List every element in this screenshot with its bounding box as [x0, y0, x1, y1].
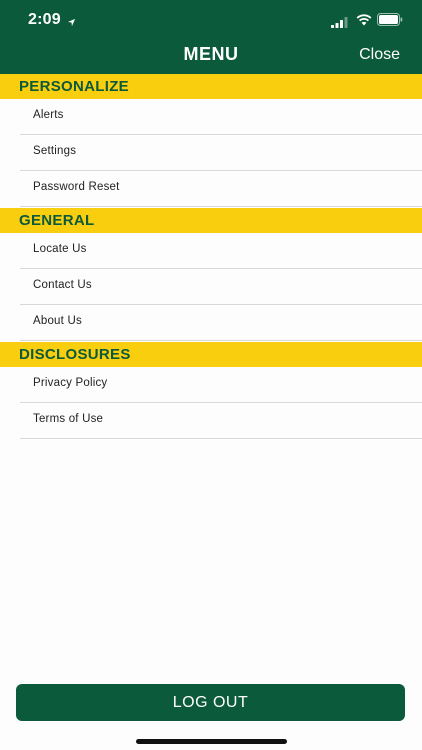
section-header-disclosures: DISCLOSURES [0, 342, 422, 367]
battery-icon [377, 13, 403, 31]
menu-item-locate-us[interactable]: Locate Us [20, 233, 422, 269]
menu-item-terms-of-use[interactable]: Terms of Use [20, 403, 422, 439]
menu-item-label: Alerts [33, 109, 64, 121]
menu-item-label: Terms of Use [33, 413, 104, 425]
section-header-general: GENERAL [0, 208, 422, 233]
section-header-personalize: PERSONALIZE [0, 74, 422, 99]
menu-item-about-us[interactable]: About Us [20, 305, 422, 341]
menu-item-label: Privacy Policy [33, 377, 108, 389]
cellular-signal-icon [331, 15, 349, 33]
menu-item-alerts[interactable]: Alerts [20, 99, 422, 135]
menu-item-password-reset[interactable]: Password Reset [20, 171, 422, 207]
menu-item-label: About Us [33, 315, 82, 327]
logout-button[interactable]: LOG OUT [16, 684, 405, 721]
menu-item-label: Settings [33, 145, 77, 157]
top-bar: 2:09 MENU Close [0, 0, 422, 74]
menu-item-label: Contact Us [33, 279, 92, 291]
menu-item-contact-us[interactable]: Contact Us [20, 269, 422, 305]
status-time: 2:09 [28, 11, 61, 28]
menu-item-label: Password Reset [33, 181, 120, 193]
menu-item-settings[interactable]: Settings [20, 135, 422, 171]
location-arrow-icon [67, 14, 76, 32]
home-indicator [136, 739, 287, 744]
close-button[interactable]: Close [359, 46, 400, 64]
menu-item-label: Locate Us [33, 243, 87, 255]
menu-item-privacy-policy[interactable]: Privacy Policy [20, 367, 422, 403]
wifi-icon [356, 13, 372, 31]
